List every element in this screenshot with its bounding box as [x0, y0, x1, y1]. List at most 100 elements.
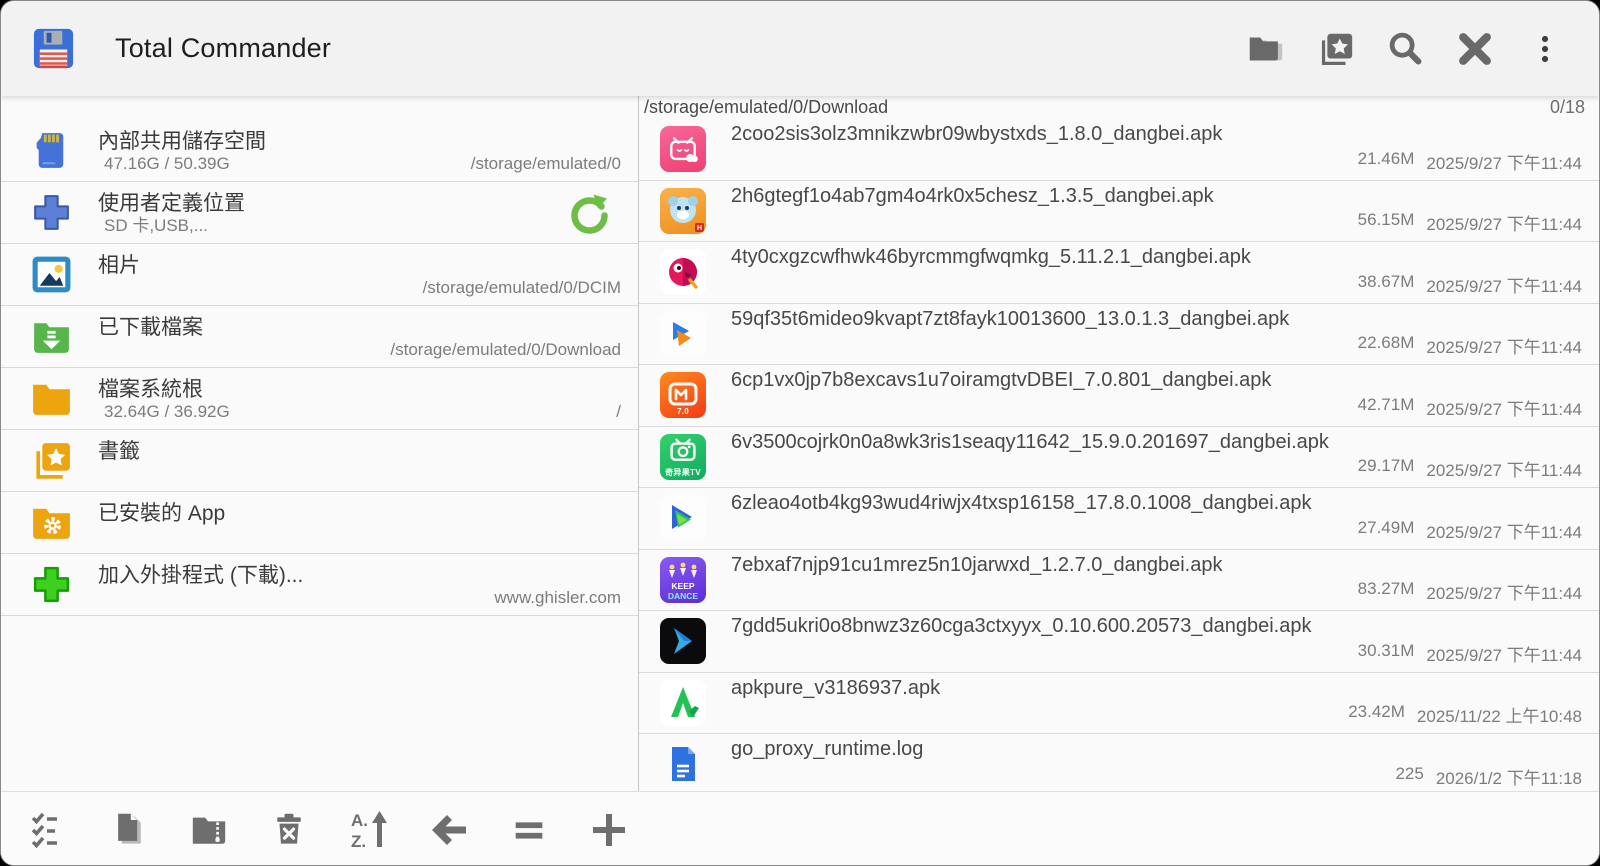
archive-folder-button[interactable]: [169, 800, 249, 860]
file-size: 29.17M: [1357, 456, 1415, 475]
overflow-menu-icon: [1541, 35, 1549, 62]
home-item-path: /storage/emulated/0: [470, 154, 621, 173]
folders-icon: [1249, 37, 1283, 60]
home-item-label: 已安裝的 App: [98, 502, 226, 525]
current-path[interactable]: /storage/emulated/0/Download: [644, 97, 888, 118]
home-item-label: 相片: [98, 254, 140, 277]
home-item-capacity: 47.16G / 50.39G: [104, 154, 230, 173]
home-item-label: 加入外掛程式 (下載)...: [98, 564, 304, 587]
file-meta: 23.42M 2025/11/22 上午10:48: [1348, 702, 1582, 727]
bottom-toolbar: A. Z.: [1, 791, 1599, 865]
green-plus-icon: [33, 566, 70, 603]
home-item-path: /storage/emulated/0/Download: [390, 340, 621, 359]
video-play-app-icon: [660, 310, 706, 357]
refresh-icon[interactable]: [566, 191, 610, 235]
file-meta: 38.67M 2025/9/27 下午11:44: [1358, 272, 1582, 297]
file-name: 6v3500cojrk0n0a8wk3ris1seaqy11642_15.9.0…: [731, 430, 1329, 453]
add-icon: [593, 813, 625, 846]
close-icon: [1459, 32, 1491, 65]
home-item-internal-storage[interactable]: 內部共用儲存空間 47.16G / 50.39G /storage/emulat…: [1, 120, 638, 182]
svg-text:DANCE: DANCE: [668, 591, 699, 601]
file-date: 2025/9/27 下午11:44: [1426, 276, 1582, 296]
home-item-downloads[interactable]: 已下載檔案 /storage/emulated/0/Download: [1, 306, 638, 368]
select-list-icon: [31, 812, 57, 848]
file-meta: 83.27M 2025/9/27 下午11:44: [1358, 579, 1582, 604]
file-row[interactable]: KEEP DANCE 7ebxaf7njp91cu1mrez5n10jarwxd…: [639, 550, 1599, 611]
select-list-button[interactable]: [9, 800, 89, 860]
equals-icon: [515, 821, 543, 839]
file-meta: 225 2026/1/2 下午11:18: [1395, 764, 1582, 789]
archive-folder-icon: [192, 817, 226, 844]
home-item-path: /: [616, 402, 621, 421]
file-size: 30.31M: [1357, 640, 1415, 660]
file-date: 2025/9/27 下午11:44: [1426, 215, 1582, 234]
file-date: 2025/11/22 上午10:48: [1416, 707, 1582, 726]
file-row[interactable]: 2coo2sis3olz3mnikzwbr09wbystxds_1.8.0_da…: [639, 119, 1599, 181]
search-button[interactable]: [1383, 27, 1427, 71]
qiyiguo-label-badge: 奇异果TV: [665, 467, 701, 477]
file-row[interactable]: go_proxy_runtime.log 225 2026/1/2 下午11:1…: [639, 734, 1599, 791]
file-row[interactable]: 7.0 6cp1vx0jp7b8excavs1u7oiramgtvDBEI_7.…: [639, 365, 1599, 427]
add-button[interactable]: [569, 800, 649, 860]
back-button[interactable]: [409, 800, 489, 860]
sort-az-button[interactable]: A. Z.: [329, 800, 409, 860]
folders-button[interactable]: [1243, 27, 1287, 71]
file-date: 2026/1/2 下午11:18: [1435, 768, 1582, 788]
home-item-photos[interactable]: 相片 /storage/emulated/0/DCIM: [1, 244, 638, 306]
home-item-capacity: 32.64G / 36.92G: [104, 402, 230, 421]
download-folder-icon: [34, 323, 69, 353]
home-item-label: 已下載檔案: [98, 316, 203, 339]
file-row[interactable]: 奇异果TV 6v3500cojrk0n0a8wk3ris1seaqy11642_…: [639, 427, 1599, 488]
file-meta: 22.68M 2025/9/27 下午11:44: [1358, 333, 1582, 358]
file-size: 42.71M: [1357, 394, 1415, 414]
equals-button[interactable]: [489, 800, 569, 860]
photo-icon: [32, 256, 71, 293]
file-meta: 30.31M 2025/9/27 下午11:44: [1358, 641, 1582, 666]
selection-counter: 0/18: [1549, 97, 1585, 117]
file-row[interactable]: 7gdd5ukri0o8bnwz3z60cga3ctxyyx_0.10.600.…: [639, 611, 1599, 673]
file-name: go_proxy_runtime.log: [731, 738, 924, 760]
bookmarks-button[interactable]: [1313, 27, 1357, 71]
file-name: apkpure_v3186937.apk: [731, 676, 941, 699]
home-item-add-plugins[interactable]: 加入外掛程式 (下載)... www.ghisler.com: [1, 554, 638, 616]
home-item-file-system-root[interactable]: 檔案系統根 32.64G / 36.92G /: [1, 368, 638, 430]
app-title: Total Commander: [115, 33, 332, 63]
home-item-user-locations[interactable]: 使用者定義位置 SD 卡,USB,...: [1, 182, 638, 244]
close-button[interactable]: [1453, 27, 1497, 71]
apkpure-app-icon: [660, 679, 706, 726]
blue-plus-icon: [34, 195, 69, 230]
file-date: 2025/9/27 下午11:44: [1426, 584, 1582, 603]
bookmark-cards-icon: [36, 443, 70, 479]
overflow-menu-button[interactable]: [1523, 27, 1567, 71]
sort-az-icon: A. Z.: [351, 810, 387, 851]
file-row[interactable]: 59qf35t6mideo9kvapt7zt8fayk10013600_13.0…: [639, 304, 1599, 365]
file-size: 38.67M: [1357, 271, 1415, 291]
apps-folder-icon: [33, 508, 70, 539]
file-row[interactable]: 6zleao4otb4kg93wud4riwjx4txsp16158_17.8.…: [639, 488, 1599, 550]
home-panel: 內部共用儲存空間 47.16G / 50.39G /storage/emulat…: [1, 96, 638, 791]
svg-text:A.: A.: [351, 811, 368, 830]
folder-icon: [33, 384, 70, 415]
file-size: 56.15M: [1357, 210, 1415, 229]
file-row[interactable]: 4ty0cxgzcwfhwk46byrcmmgfwqmkg_5.11.2.1_d…: [639, 242, 1599, 304]
sd-card-icon: [36, 133, 64, 168]
file-date: 2025/9/27 下午11:44: [1426, 153, 1582, 173]
file-list-header: /storage/emulated/0/Download 0/18: [639, 96, 1599, 119]
svg-text:H: H: [697, 225, 702, 232]
home-item-installed-apps[interactable]: 已安裝的 App: [1, 492, 638, 554]
floppy-disk-logo-icon: [33, 28, 74, 69]
delete-button[interactable]: [249, 800, 329, 860]
file-size: 27.49M: [1357, 517, 1415, 537]
svg-text:KEEP: KEEP: [671, 581, 694, 591]
search-icon: [1389, 32, 1422, 65]
bookmarks-icon: [1321, 33, 1353, 65]
file-size: 225: [1395, 763, 1424, 783]
file-row[interactable]: H 2h6gtegf1o4ab7gm4o4rk0x5chesz_1.3.5_da…: [639, 181, 1599, 242]
file-row[interactable]: apkpure_v3186937.apk 23.42M 2025/11/22 上…: [639, 673, 1599, 734]
home-item-bookmarks[interactable]: 書籤: [1, 430, 638, 492]
new-file-button[interactable]: [89, 800, 169, 860]
file-meta: 21.46M 2025/9/27 下午11:44: [1358, 149, 1582, 174]
file-name: 4ty0cxgzcwfhwk46byrcmmgfwqmkg_5.11.2.1_d…: [731, 246, 1251, 268]
file-name: 2h6gtegf1o4ab7gm4o4rk0x5chesz_1.3.5_dang…: [731, 184, 1214, 207]
file-date: 2025/9/27 下午11:44: [1426, 399, 1582, 419]
